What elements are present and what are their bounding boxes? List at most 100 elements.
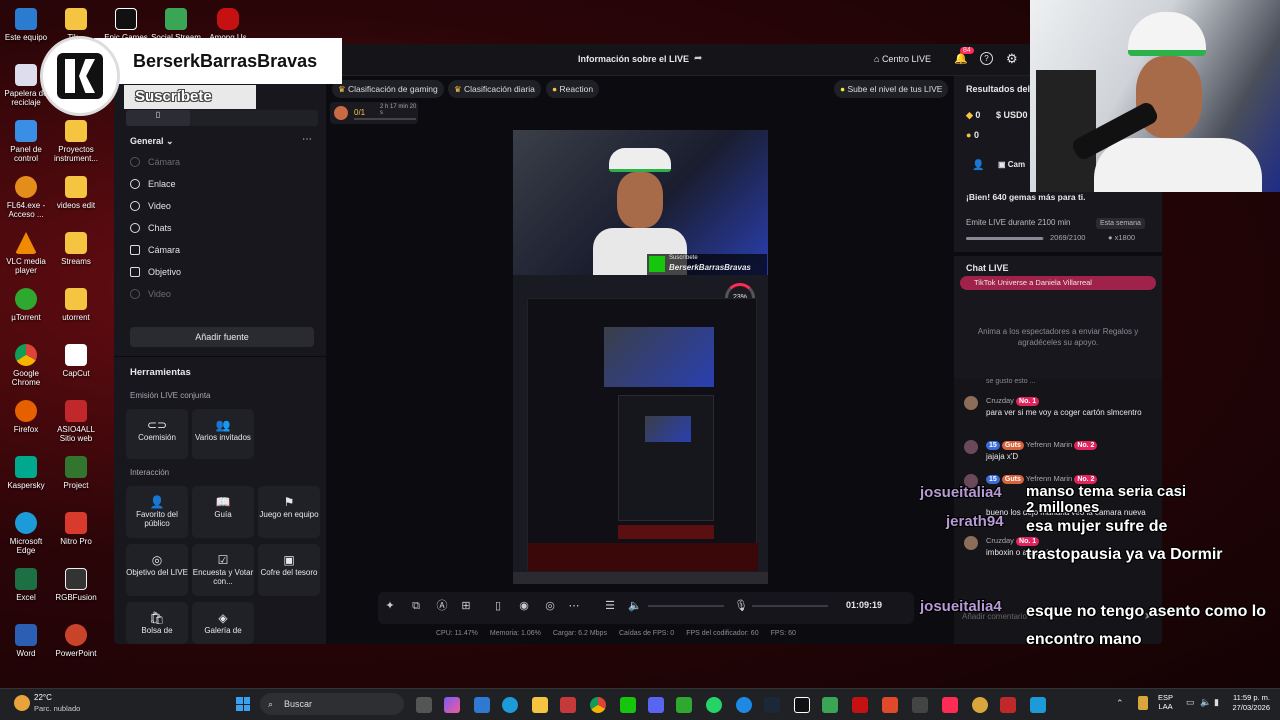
app-icon[interactable] [1000,697,1016,713]
edge-icon[interactable] [502,697,518,713]
poll-tile[interactable]: ☑ Encuesta y Votar con... [192,544,254,596]
guide-tile[interactable]: 📖 Guía [192,486,254,538]
crop-icon[interactable]: ⧉ [410,600,422,612]
desktop-icon-capcut[interactable]: CapCut [50,344,102,378]
mic-volume-slider[interactable] [752,605,828,607]
desktop-icon-among-us[interactable]: Among Us [202,8,254,42]
desktop-icon-videos-edit[interactable]: videos edit [50,176,102,210]
taskbar-search[interactable]: ⌕ Buscar [260,693,404,715]
add-source-button[interactable]: Añadir fuente [130,327,314,347]
desktop-icon-asio[interactable]: ASIO4ALL Sitio web [50,400,102,443]
desktop-icon-este-equipo[interactable]: Este equipo [0,8,52,42]
week-badge[interactable]: Esta semana [1096,218,1145,229]
source-item[interactable]: Chats [114,217,326,239]
desktop-icon-utorrent-folder[interactable]: utorrent [50,288,102,322]
source-item[interactable]: Video [114,283,326,305]
desktop-icon-control-panel[interactable]: Panel de control [0,120,52,163]
task-view-icon[interactable] [416,697,432,713]
desktop-icon-excel[interactable]: Excel [0,568,52,602]
multi-guest-tile[interactable]: 👥 Varios invitados [192,409,254,459]
battery-icon[interactable]: ▮ [1214,697,1219,708]
social-stream-icon[interactable] [822,697,838,713]
source-item[interactable]: Objetivo [114,261,326,283]
desktop-icon-streams[interactable]: Streams [50,232,102,266]
app-icon[interactable] [852,697,868,713]
language-indicator[interactable]: ESP LAA [1158,693,1173,711]
volume-icon[interactable]: 🔈 [1200,697,1211,708]
epic-icon[interactable] [794,697,810,713]
desktop-icon-vlc[interactable]: VLC media player [0,232,52,275]
phone-icon[interactable]: ▯ [126,110,190,126]
cohost-tile[interactable]: ⊂⊃ Coemisión [126,409,188,459]
add-scene-icon[interactable]: ⊞ [460,600,472,612]
tray-app-icon[interactable] [1138,696,1148,710]
audience-favorite-tile[interactable]: 👤 Favorito del público [126,486,188,538]
desktop-icon-utorrent[interactable]: µTorrent [0,288,52,322]
desktop-icon-project[interactable]: Project [50,456,102,490]
help-icon[interactable]: ? [980,52,993,65]
team-game-tile[interactable]: ⚑ Juego en equipo [258,486,320,538]
desktop-icon-proyectos[interactable]: Proyectos instrument... [50,120,102,163]
windows-start-icon[interactable] [236,697,250,711]
goal-widget[interactable]: 0/1 2 h 17 min 20 s [330,102,418,124]
network-icon[interactable]: ▭ [1186,697,1195,708]
copilot-icon[interactable] [444,697,460,713]
centro-live-button[interactable]: ⌂ Centro LIVE [874,54,931,64]
desktop-icon-firefox[interactable]: Firefox [0,400,52,434]
source-item[interactable]: Enlace [114,173,326,195]
reaction-chip[interactable]: ● Reaction [546,80,600,98]
gaming-rank-chip[interactable]: ♛ Clasificación de gaming [332,80,444,98]
speaker-icon[interactable]: 🔈 [628,600,642,612]
utorrent-icon[interactable] [676,697,692,713]
share-icon[interactable]: ➦ [694,53,702,64]
app-icon[interactable] [912,697,928,713]
app-icon[interactable] [1030,697,1046,713]
mobile-icon[interactable]: ▯ [492,600,504,612]
source-item[interactable]: Cámara [114,151,326,173]
desktop-icon-chrome[interactable]: Google Chrome [0,344,52,387]
desktop-icon-epic[interactable]: Epic Games [100,8,152,42]
more-icon[interactable]: ⋯ [302,134,312,145]
desktop-icon-fl[interactable]: FL64.exe - Acceso ... [0,176,52,219]
whatsapp-icon[interactable] [706,697,722,713]
tiktok-icon[interactable] [942,697,958,713]
scene-tabs[interactable]: ▯ [126,110,318,126]
mic-icon[interactable]: 🎙 [734,600,748,612]
live-preview-canvas[interactable]: Suscríbete BerserkBarrasBravas 23% 231 O… [513,130,768,584]
more-options-icon[interactable]: ⋯ [568,600,580,612]
add-user-icon[interactable]: 👤 [972,160,984,171]
clock[interactable]: 11:59 p. m. 27/03/2026 [1226,693,1270,713]
weather-icon[interactable] [14,695,30,711]
explorer-icon[interactable] [532,697,548,713]
desktop-icon-social-stream[interactable]: Social Stream [150,8,202,42]
app-icon[interactable] [972,697,988,713]
steam-icon[interactable] [764,697,780,713]
live-info-title[interactable]: Información sobre el LIVE [578,54,689,64]
app-icon[interactable] [560,697,576,713]
desktop-icon-kaspersky[interactable]: Kaspersky [0,456,52,490]
desktop-icon-word[interactable]: Word [0,624,52,658]
cam-tab[interactable]: ▣ Cam [998,160,1025,169]
kick-icon[interactable] [620,697,636,713]
virtual-camera-icon[interactable]: ◎ [544,600,556,612]
app-icon[interactable] [882,697,898,713]
desktop-icon-powerpoint[interactable]: PowerPoint [50,624,102,658]
store-icon[interactable] [474,697,490,713]
app-icon[interactable] [736,697,752,713]
daily-rank-chip[interactable]: ♛ Clasificación diaria [448,80,541,98]
source-item[interactable]: Cámara [114,239,326,261]
discord-icon[interactable] [648,697,664,713]
speaker-volume-slider[interactable] [648,605,724,607]
treasure-chest-tile[interactable]: ▣ Cofre del tesoro [258,544,320,596]
ai-icon[interactable]: Ⓐ [436,600,448,612]
source-item[interactable]: Video [114,195,326,217]
desktop-icon-edge[interactable]: Microsoft Edge [0,512,52,555]
level-up-chip[interactable]: ● Sube el nivel de tus LIVE [834,80,949,98]
live-goal-tile[interactable]: ◎ Objetivo del LIVE [126,544,188,596]
desktop-icon-rgbfusion[interactable]: RGBFusion [50,568,102,602]
desktop-icon-nitro[interactable]: Nitro Pro [50,512,102,546]
settings-gear-icon[interactable]: ⚙ [1006,51,1018,67]
magic-icon[interactable]: ✦ [384,600,396,612]
gallery-tile[interactable]: ◈ Galería de [192,602,254,644]
chrome-icon[interactable] [590,697,606,713]
